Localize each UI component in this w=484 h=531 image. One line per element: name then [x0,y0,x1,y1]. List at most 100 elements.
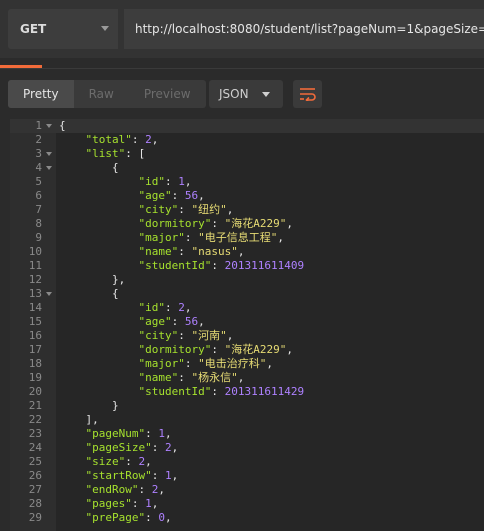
code-text: "studentId": 201311611409 [59,259,304,273]
line-number: 21 [28,399,42,412]
json-key: "list" [85,147,126,160]
tab-preview[interactable]: Preview [129,80,206,108]
line-number: 4 [35,161,42,174]
code-text: "startRow": 1, [59,469,179,483]
tab-raw[interactable]: Raw [74,80,129,108]
tab-pretty[interactable]: Pretty [8,80,74,108]
json-string: "nasus" [191,245,238,258]
line-number: 10 [28,245,42,258]
code-text: "total": 2, [59,133,159,147]
json-number: 2 [145,133,152,146]
json-punctuation: : [145,511,159,524]
json-string: "杨永信" [191,371,238,384]
code-line: 21 } [10,399,484,413]
code-text: "id": 1, [59,175,191,189]
code-line: 12 }, [10,273,484,287]
json-punctuation: : [138,483,152,496]
json-punctuation: , [164,511,172,524]
code-text: "major": "电子信息工程", [59,231,283,245]
json-punctuation: : [211,385,225,398]
json-punctuation: , [151,133,159,146]
code-text: "age": 56, [59,189,204,203]
format-dropdown[interactable]: JSON [209,80,283,108]
json-key: "dormitory" [138,343,212,356]
code-line: 18 "major": "电击治疗科", [10,357,484,371]
json-punctuation: : [178,329,192,342]
json-punctuation: { [111,161,119,174]
code-text: "name": "杨永信", [59,371,244,385]
line-number: 13 [28,287,42,300]
json-punctuation: , [171,441,179,454]
json-punctuation: : [ [125,147,146,160]
code-line: 1{ [10,119,484,133]
fold-toggle-icon[interactable] [46,166,52,170]
line-number: 8 [35,217,42,230]
code-line: 17 "dormitory": "海花A229", [10,343,484,357]
line-number: 24 [28,441,42,454]
json-number: 1 [145,497,152,510]
code-text: "city": "河南", [59,329,233,343]
json-number: 201311611429 [224,385,305,398]
json-punctuation: , [237,371,245,384]
code-line: 29 "prePage": 0, [10,511,484,525]
json-punctuation: : [184,231,199,244]
line-number: 22 [28,413,42,426]
json-punctuation: } [111,399,119,412]
code-line: 8 "dormitory": "海花A229", [10,217,484,231]
json-key: "id" [138,175,165,188]
json-punctuation: { [59,119,66,132]
code-text: ], [59,413,99,427]
json-key: "studentId" [138,259,212,272]
fold-toggle-icon[interactable] [46,124,52,128]
json-punctuation: , [226,329,234,342]
json-number: 56 [184,189,199,202]
fold-toggle-icon[interactable] [46,152,52,156]
code-text: } [59,399,119,413]
code-text: "prePage": 0, [59,511,172,525]
json-key: "age" [138,189,172,202]
wrap-lines-button[interactable] [293,80,322,108]
json-punctuation: : [131,497,146,510]
code-text: "size": 2, [59,455,152,469]
json-punctuation: : [131,133,146,146]
json-key: "major" [138,357,185,370]
json-key: "startRow" [85,469,152,482]
json-punctuation: , [226,203,234,216]
json-punctuation: , [158,483,165,496]
code-line: 11 "studentId": 201311611409 [10,259,484,273]
code-line: 2 "total": 2, [10,133,484,147]
code-line: 15 "age": 56, [10,315,484,329]
code-text: "endRow": 2, [59,483,165,497]
json-punctuation: , [145,455,152,468]
response-body-editor[interactable]: 1{2 "total": 2, 3 "list": [4 {5 "id": 1, 6… [10,119,484,531]
json-punctuation: , [237,245,245,258]
code-line: 10 "name": "nasus", [10,245,484,259]
json-number: 56 [184,315,199,328]
json-punctuation: , [151,497,159,510]
method-label: GET [20,22,47,36]
line-number: 16 [28,329,42,342]
code-text: "name": "nasus", [59,245,244,259]
fold-toggle-icon[interactable] [46,292,52,296]
code-line: 22 ], [10,413,484,427]
line-number: 20 [28,385,42,398]
active-tab-indicator [0,65,42,68]
json-punctuation: , [266,357,273,370]
code-line: 5 "id": 1, [10,175,484,189]
code-text: { [59,161,119,175]
code-line: 6 "age": 56, [10,189,484,203]
code-text: { [59,119,66,133]
json-key: "endRow" [85,483,139,496]
code-line: 4 { [10,161,484,175]
code-text: "dormitory": "海花A229", [59,217,292,231]
json-key: "studentId" [138,385,212,398]
json-punctuation: , [286,343,293,356]
format-label: JSON [219,87,249,101]
chevron-down-icon [262,92,270,97]
line-number: 11 [28,259,42,272]
json-punctuation: : [178,203,192,216]
json-key: "id" [138,301,165,314]
code-line: 13 { [10,287,484,301]
method-dropdown[interactable]: GET [8,9,118,49]
url-input[interactable]: http://localhost:8080/student/list?pageN… [124,9,484,49]
